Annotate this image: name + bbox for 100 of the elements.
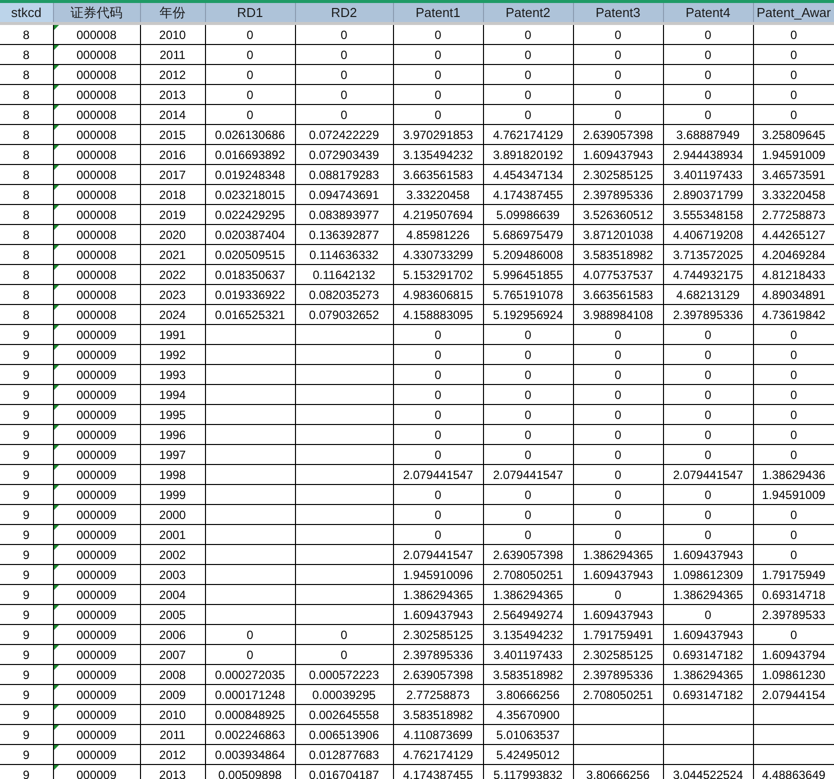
table-cell: 0.693147182 bbox=[672, 648, 744, 662]
table-cell: 9 bbox=[22, 468, 30, 482]
table-cell: 0 bbox=[790, 428, 798, 442]
table-cell: 0 bbox=[790, 68, 798, 82]
table-cell: 0 bbox=[434, 328, 442, 342]
error-indicator-icon bbox=[54, 345, 58, 350]
table-cell: 0 bbox=[704, 328, 712, 342]
table-cell: 000009 bbox=[76, 608, 117, 622]
table-cell: 0 bbox=[790, 348, 798, 362]
table-cell: 2.079441547 bbox=[672, 468, 744, 482]
table-cell: 0 bbox=[434, 88, 442, 102]
table-cell: 0 bbox=[704, 508, 712, 522]
table-cell: 2.397895336 bbox=[672, 308, 744, 322]
error-indicator-icon bbox=[54, 705, 58, 710]
table-cell: 0.000171248 bbox=[214, 688, 286, 702]
table-cell: 9 bbox=[22, 408, 30, 422]
table-cell: 4.174387455 bbox=[492, 188, 564, 202]
table-cell: 0 bbox=[790, 408, 798, 422]
table-cell: 0.693147182 bbox=[672, 688, 744, 702]
table-cell: 4.89034891 bbox=[762, 288, 826, 302]
table-cell: 0 bbox=[524, 348, 532, 362]
table-cell: 0 bbox=[340, 628, 348, 642]
table-cell: 000009 bbox=[76, 728, 117, 742]
table-cell: 9 bbox=[22, 668, 30, 682]
table-cell: 3.33220458 bbox=[762, 188, 826, 202]
table-cell: 0.114636332 bbox=[309, 248, 379, 262]
table-cell: 9 bbox=[22, 768, 30, 779]
table-cell: 000008 bbox=[76, 248, 117, 262]
table-cell: 4.68213129 bbox=[676, 288, 740, 302]
table-cell: 8 bbox=[22, 48, 30, 62]
table-cell: 3.583518982 bbox=[582, 248, 654, 262]
table-cell: 0 bbox=[246, 48, 254, 62]
table-cell: 3.526360512 bbox=[582, 208, 654, 222]
table-cell: 0.082035273 bbox=[308, 288, 380, 302]
table-cell: 0.083893977 bbox=[308, 208, 380, 222]
table-cell: 5.01063537 bbox=[496, 728, 560, 742]
table-cell: 2014 bbox=[159, 108, 186, 122]
table-cell: 3.33220458 bbox=[406, 188, 470, 202]
table-cell: 4.330733299 bbox=[402, 248, 474, 262]
table-cell: 1.609437943 bbox=[402, 608, 474, 622]
table-cell: 9 bbox=[22, 548, 30, 562]
table-cell: 2012 bbox=[159, 68, 186, 82]
table-cell: 0 bbox=[704, 368, 712, 382]
table-cell: 0 bbox=[790, 48, 798, 62]
table-cell: 2.39789533 bbox=[762, 608, 826, 622]
table-cell: 0 bbox=[434, 528, 442, 542]
table-cell: 000008 bbox=[76, 188, 117, 202]
table-cell: 9 bbox=[22, 588, 30, 602]
table-cell: 1993 bbox=[159, 368, 186, 382]
table-cell: 2019 bbox=[159, 208, 186, 222]
table-cell: 0 bbox=[614, 588, 622, 602]
error-indicator-icon bbox=[54, 225, 58, 230]
table-cell: 3.80666256 bbox=[586, 768, 650, 779]
table-cell: 5.42495012 bbox=[496, 748, 560, 762]
table-cell: 0.11642132 bbox=[312, 268, 376, 282]
column-header[interactable]: RD2 bbox=[330, 5, 357, 20]
table-cell: 4.174387455 bbox=[402, 768, 474, 779]
table-cell: 000009 bbox=[76, 528, 117, 542]
table-cell: 4.35670900 bbox=[496, 708, 560, 722]
table-cell: 0 bbox=[614, 48, 622, 62]
error-indicator-icon bbox=[54, 265, 58, 270]
table-cell: 2.302585125 bbox=[582, 168, 654, 182]
table-cell: 0.022429295 bbox=[214, 208, 286, 222]
table-cell: 8 bbox=[22, 228, 30, 242]
error-indicator-icon bbox=[54, 745, 58, 750]
table-cell: 000008 bbox=[76, 308, 117, 322]
table-cell: 2002 bbox=[159, 548, 186, 562]
table-cell: 5.209486008 bbox=[492, 248, 564, 262]
table-cell: 0 bbox=[790, 388, 798, 402]
table-cell: 2.890371799 bbox=[672, 188, 744, 202]
error-indicator-icon bbox=[54, 325, 58, 330]
table-cell: 000008 bbox=[76, 208, 117, 222]
error-indicator-icon bbox=[54, 625, 58, 630]
table-cell: 0 bbox=[790, 328, 798, 342]
table-cell: 3.46573591 bbox=[762, 168, 826, 182]
table-cell: 0 bbox=[614, 528, 622, 542]
table-cell: 2020 bbox=[159, 228, 186, 242]
table-cell: 0 bbox=[434, 428, 442, 442]
table-cell: 0 bbox=[704, 408, 712, 422]
table-cell: 2011 bbox=[160, 728, 186, 742]
table-cell: 8 bbox=[22, 28, 30, 42]
table-cell: 4.077537537 bbox=[582, 268, 654, 282]
table-cell: 000009 bbox=[76, 688, 117, 702]
table-cell: 5.996451855 bbox=[492, 268, 564, 282]
table-cell: 1.945910096 bbox=[402, 568, 474, 582]
table-cell: 0 bbox=[614, 448, 622, 462]
table-cell: 0 bbox=[434, 388, 442, 402]
table-cell: 9 bbox=[22, 688, 30, 702]
table-cell: 0 bbox=[434, 408, 442, 422]
table-cell: 0 bbox=[704, 428, 712, 442]
table-cell: 0 bbox=[790, 88, 798, 102]
table-cell: 3.135494232 bbox=[492, 628, 564, 642]
table-cell: 4.20469284 bbox=[762, 248, 826, 262]
error-indicator-icon bbox=[54, 385, 58, 390]
table-cell: 0.020387404 bbox=[214, 228, 286, 242]
table-cell: 0 bbox=[704, 68, 712, 82]
table-cell: 0 bbox=[790, 528, 798, 542]
table-cell: 000009 bbox=[76, 668, 117, 682]
table-cell: 000008 bbox=[76, 288, 117, 302]
table-cell: 000008 bbox=[76, 148, 117, 162]
